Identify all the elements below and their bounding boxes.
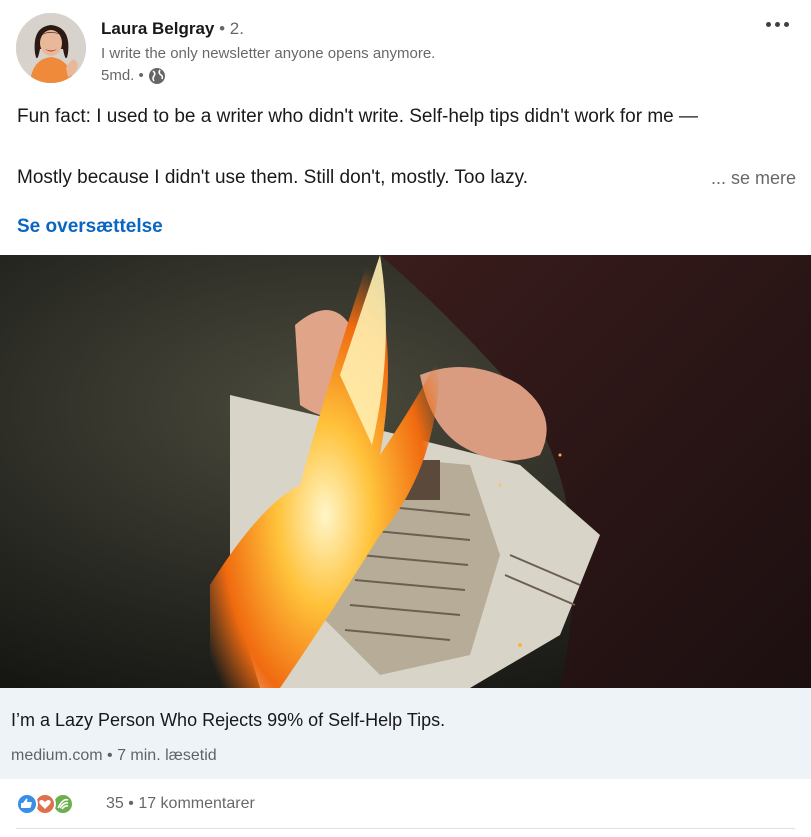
social-separator: • (128, 795, 134, 812)
post-meta: 5md. • (101, 66, 166, 86)
post-text-line-1: Fun fact: I used to be a writer who didn… (17, 106, 698, 127)
see-more-button[interactable]: ... se mere (711, 165, 796, 191)
comments-count[interactable]: 17 kommentarer (138, 795, 255, 812)
social-text: 35 • 17 kommentarer (106, 794, 255, 814)
post-time: 5md. • (101, 67, 144, 84)
connection-degree: • 2. (219, 19, 244, 38)
reactions-button[interactable] (16, 793, 74, 815)
article-title[interactable]: I’m a Lazy Person Who Rejects 99% of Sel… (11, 708, 445, 732)
globe-icon (148, 67, 166, 85)
article-source: medium.com • 7 min. læsetid (11, 747, 217, 764)
article-card[interactable]: I’m a Lazy Person Who Rejects 99% of Sel… (0, 688, 811, 779)
post-text-line-2: Mostly because I didn't use them. Still … (17, 167, 528, 188)
article-image[interactable] (0, 255, 811, 688)
author-photo (16, 13, 86, 83)
divider (16, 828, 795, 829)
see-translation-button[interactable]: Se oversættelse (17, 214, 163, 240)
author-name[interactable]: Laura Belgray (101, 19, 214, 38)
reaction-count[interactable]: 35 (106, 795, 124, 812)
more-options-icon[interactable] (759, 12, 795, 36)
burning-newspaper-photo (0, 255, 811, 688)
author-headline: I write the only newsletter anyone opens… (101, 45, 436, 62)
social-counts: 35 • 17 kommentarer (0, 779, 811, 829)
author-line: Laura Belgray • 2. (101, 17, 244, 41)
like-icon (16, 793, 38, 815)
author-avatar[interactable] (16, 13, 86, 83)
post-header: Laura Belgray • 2. I write the only news… (0, 0, 811, 100)
